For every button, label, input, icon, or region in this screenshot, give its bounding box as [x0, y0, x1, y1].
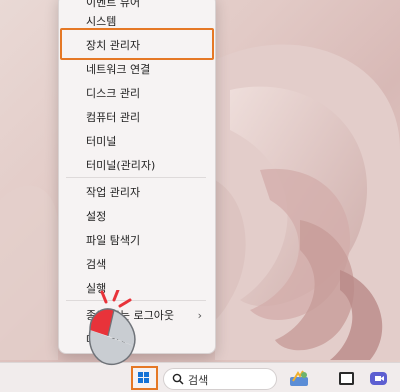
taskbar-search-box[interactable]: 검색 — [163, 368, 277, 390]
mouse-click-icon — [88, 290, 136, 366]
menu-item-label: 디스크 관리 — [86, 87, 141, 100]
widgets-icon[interactable] — [289, 369, 309, 387]
menu-item-label: 검색 — [86, 258, 107, 271]
menu-item-label: 작업 관리자 — [86, 186, 141, 199]
menu-item-label: 시스템 — [86, 15, 117, 28]
menu-item-label: 컴퓨터 관리 — [86, 111, 141, 124]
menu-item-label: 터미널(관리자) — [86, 159, 156, 172]
menu-item[interactable]: 검색 — [62, 254, 210, 276]
menu-item-label: 파일 탐색기 — [86, 234, 141, 247]
file-explorer-icon[interactable] — [337, 369, 357, 387]
menu-item[interactable]: 네트워크 연결 — [62, 59, 210, 81]
search-label: 검색 — [188, 374, 209, 387]
chevron-right-icon: › — [197, 309, 202, 322]
menu-item-label: 설정 — [86, 210, 107, 223]
menu-item[interactable]: 작업 관리자 — [62, 182, 210, 204]
windows-logo-icon — [138, 372, 150, 384]
menu-item-label: 네트워크 연결 — [86, 63, 151, 76]
menu-item-label: 터미널 — [86, 135, 117, 148]
menu-item[interactable]: 파일 탐색기 — [62, 230, 210, 252]
menu-item[interactable]: 터미널 — [62, 131, 210, 153]
menu-separator — [66, 177, 206, 178]
menu-item[interactable]: 컴퓨터 관리 — [62, 107, 210, 129]
menu-item[interactable]: 터미널(관리자) — [62, 155, 210, 177]
menu-item[interactable]: 디스크 관리 — [62, 83, 210, 105]
search-icon — [172, 373, 184, 385]
video-chat-icon[interactable] — [369, 369, 389, 387]
menu-item-label: 이벤트 뷰어 — [86, 0, 141, 9]
menu-item[interactable]: 설정 — [62, 206, 210, 228]
highlight-box-device-manager — [60, 28, 214, 60]
